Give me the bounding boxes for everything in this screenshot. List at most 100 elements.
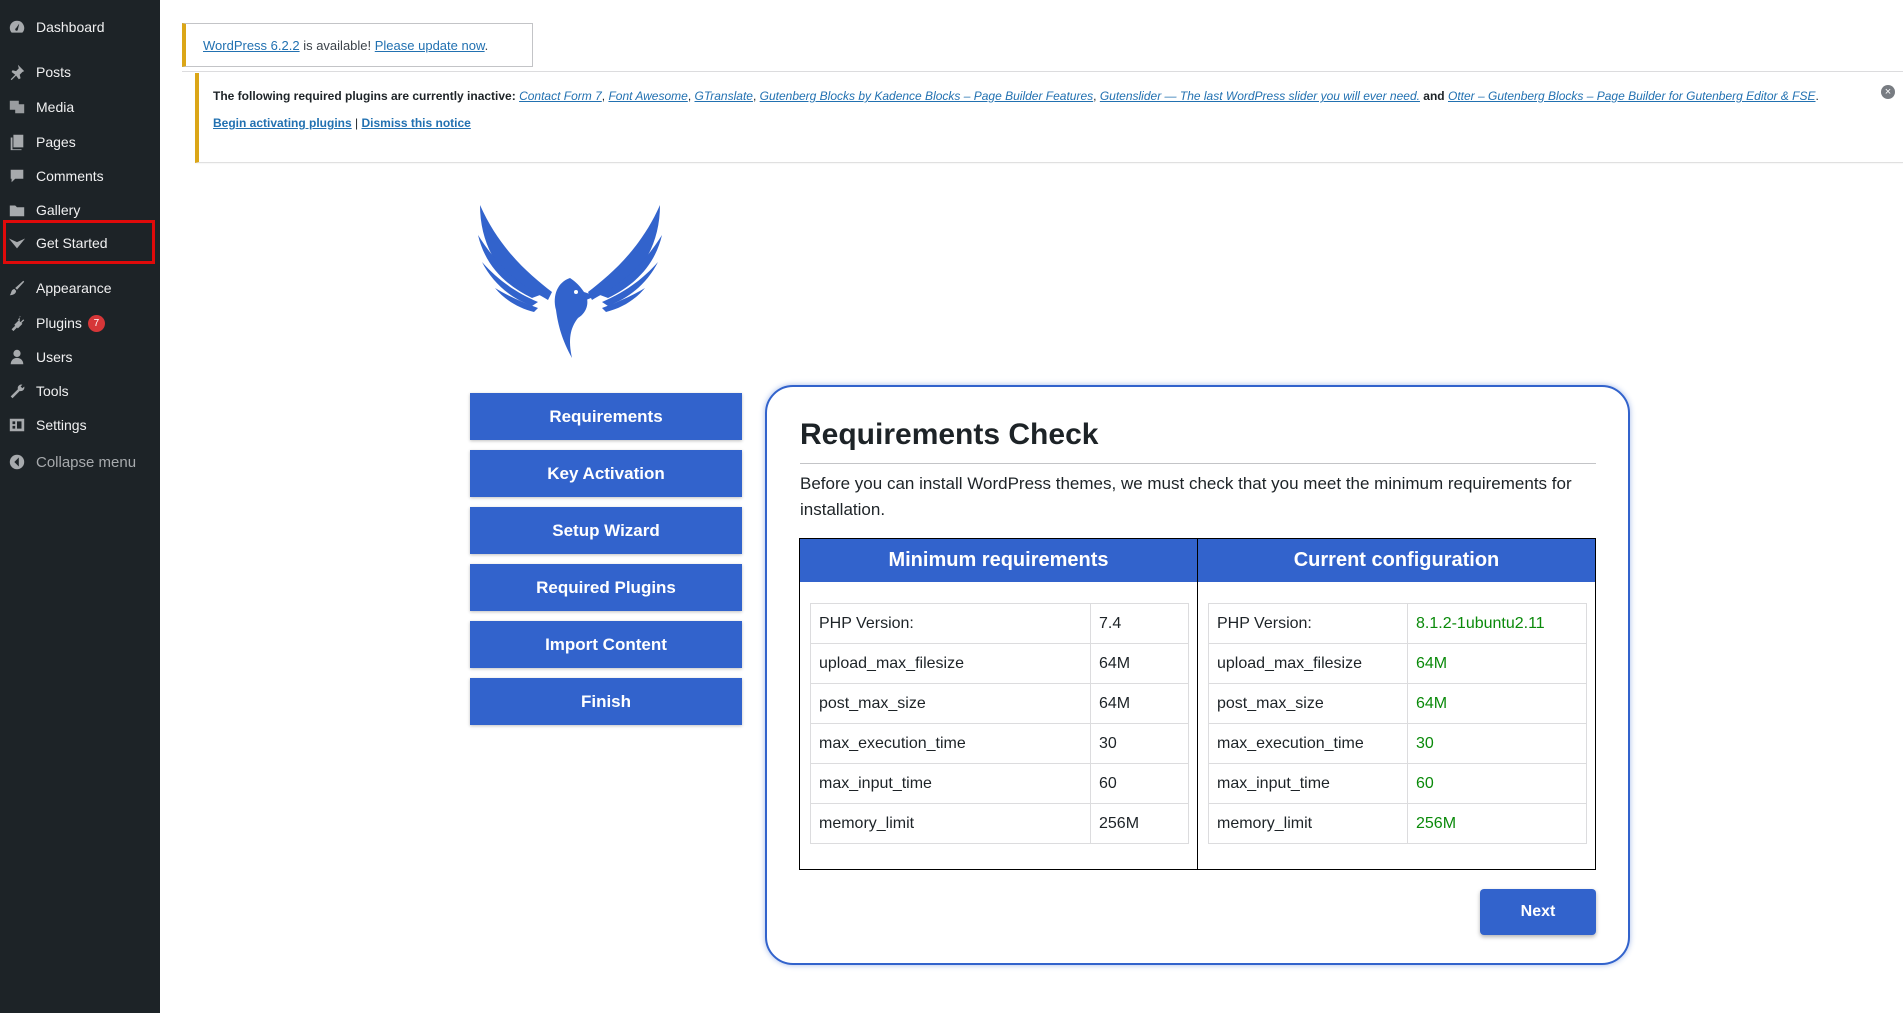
user-icon	[8, 348, 26, 366]
menu-label: Tools	[36, 383, 69, 399]
config-value: 60	[1407, 763, 1587, 804]
config-value: 64M	[1407, 683, 1587, 724]
menu-label: Gallery	[36, 202, 81, 218]
divider	[182, 71, 1903, 72]
menu-posts[interactable]: Posts	[0, 58, 160, 86]
config-name: max_input_time	[1208, 763, 1408, 804]
plugin-link[interactable]: Font Awesome	[608, 89, 687, 103]
menu-users[interactable]: Users	[0, 343, 160, 371]
minimum-requirements-panel: Minimum requirements PHP Version: 7.4 upl…	[799, 538, 1198, 870]
admin-sidebar: Dashboard Posts Media Pages Comments Gal…	[0, 0, 160, 1013]
brush-icon	[8, 279, 26, 297]
menu-label: Users	[36, 349, 73, 365]
menu-settings[interactable]: Settings	[0, 411, 160, 439]
menu-dashboard[interactable]: Dashboard	[0, 13, 160, 41]
step-requirements-button[interactable]: Requirements	[470, 393, 742, 440]
separator: ,	[752, 89, 760, 103]
current-configuration-panel: Current configuration PHP Version: 8.1.2-…	[1197, 538, 1596, 870]
menu-label: Settings	[36, 417, 87, 433]
menu-label: Comments	[36, 168, 104, 184]
wordpress-version-link[interactable]: WordPress 6.2.2	[203, 38, 300, 53]
collapse-menu-button[interactable]: Collapse menu	[0, 448, 160, 476]
comment-icon	[8, 167, 26, 185]
card-title: Requirements Check	[800, 418, 1099, 451]
plugin-link[interactable]: Gutenberg Blocks by Kadence Blocks – Pag…	[760, 89, 1094, 103]
config-name: PHP Version:	[1208, 603, 1408, 644]
requirement-value: 7.4	[1090, 603, 1189, 644]
settings-icon	[8, 416, 26, 434]
table-row: max_input_time 60	[1208, 763, 1587, 804]
table-row: PHP Version: 7.4	[810, 603, 1189, 644]
dismiss-x-icon[interactable]: ×	[1881, 85, 1895, 99]
menu-media[interactable]: Media	[0, 93, 160, 121]
step-required-plugins-button[interactable]: Required Plugins	[470, 564, 742, 611]
requirement-value: 256M	[1090, 803, 1189, 844]
separator: ,	[1093, 89, 1100, 103]
table-row: PHP Version: 8.1.2-1ubuntu2.11	[1208, 603, 1587, 644]
plugin-link[interactable]: Contact Form 7	[519, 89, 602, 103]
menu-plugins[interactable]: Plugins 7	[0, 309, 160, 337]
requirement-name: post_max_size	[810, 683, 1091, 724]
menu-tools[interactable]: Tools	[0, 377, 160, 405]
step-key-activation-button[interactable]: Key Activation	[470, 450, 742, 497]
title-divider	[800, 463, 1596, 464]
table-row: max_execution_time 30	[810, 723, 1189, 764]
config-name: memory_limit	[1208, 803, 1408, 844]
minimum-requirements-header: Minimum requirements	[800, 539, 1197, 582]
config-name: post_max_size	[1208, 683, 1408, 724]
update-notice-end: .	[484, 37, 489, 53]
requirement-value: 60	[1090, 763, 1189, 804]
plugin-link[interactable]: Otter – Gutenberg Blocks – Page Builder …	[1448, 89, 1816, 103]
media-icon	[8, 98, 26, 116]
separator: |	[351, 116, 362, 130]
requirement-value: 64M	[1090, 683, 1189, 724]
menu-label: Media	[36, 99, 75, 115]
begin-activating-link[interactable]: Begin activating plugins	[213, 116, 352, 130]
wrench-icon	[8, 382, 26, 400]
current-configuration-header: Current configuration	[1198, 539, 1595, 582]
menu-appearance[interactable]: Appearance	[0, 274, 160, 302]
plugin-link[interactable]: GTranslate	[694, 89, 752, 103]
table-row: max_execution_time 30	[1208, 723, 1587, 764]
separator: .	[1815, 89, 1819, 103]
dismiss-notice-link[interactable]: Dismiss this notice	[361, 116, 470, 130]
menu-comments[interactable]: Comments	[0, 162, 160, 190]
table-row: memory_limit 256M	[1208, 803, 1587, 844]
folder-icon	[8, 201, 26, 219]
collapse-icon	[8, 453, 26, 471]
menu-label: Plugins	[36, 315, 82, 331]
table-row: post_max_size 64M	[810, 683, 1189, 724]
menu-label: Appearance	[36, 280, 112, 296]
next-button[interactable]: Next	[1480, 889, 1596, 935]
requirement-name: memory_limit	[810, 803, 1091, 844]
menu-label: Pages	[36, 134, 76, 150]
requirement-name: PHP Version:	[810, 603, 1091, 644]
update-notice: WordPress 6.2.2 is available! Please upd…	[182, 23, 533, 67]
required-plugins-notice: The following required plugins are curre…	[195, 73, 1903, 163]
requirement-name: max_execution_time	[810, 723, 1091, 764]
dashboard-icon	[8, 18, 26, 36]
table-row: post_max_size 64M	[1208, 683, 1587, 724]
config-value: 30	[1407, 723, 1587, 764]
step-setup-wizard-button[interactable]: Setup Wizard	[470, 507, 742, 554]
menu-pages[interactable]: Pages	[0, 128, 160, 156]
config-value: 64M	[1407, 643, 1587, 684]
step-import-content-button[interactable]: Import Content	[470, 621, 742, 668]
step-finish-button[interactable]: Finish	[470, 678, 742, 725]
card-description: Before you can install WordPress themes,…	[800, 474, 1572, 519]
update-now-link[interactable]: Please update now	[375, 38, 485, 53]
plugins-update-badge: 7	[87, 314, 105, 332]
table-row: upload_max_filesize 64M	[810, 643, 1189, 684]
highlight-box	[3, 220, 155, 264]
config-name: max_execution_time	[1208, 723, 1408, 764]
eagle-logo	[470, 200, 670, 360]
menu-label: Dashboard	[36, 19, 105, 35]
pin-icon	[8, 63, 26, 81]
plugin-link[interactable]: Gutenslider — The last WordPress slider …	[1100, 89, 1420, 103]
pages-icon	[8, 133, 26, 151]
plug-icon	[8, 314, 26, 332]
current-configuration-table: PHP Version: 8.1.2-1ubuntu2.11 upload_max…	[1208, 603, 1587, 844]
requirement-value: 64M	[1090, 643, 1189, 684]
config-value: 256M	[1407, 803, 1587, 844]
requirements-card: Requirements Check Before you can instal…	[765, 385, 1630, 965]
